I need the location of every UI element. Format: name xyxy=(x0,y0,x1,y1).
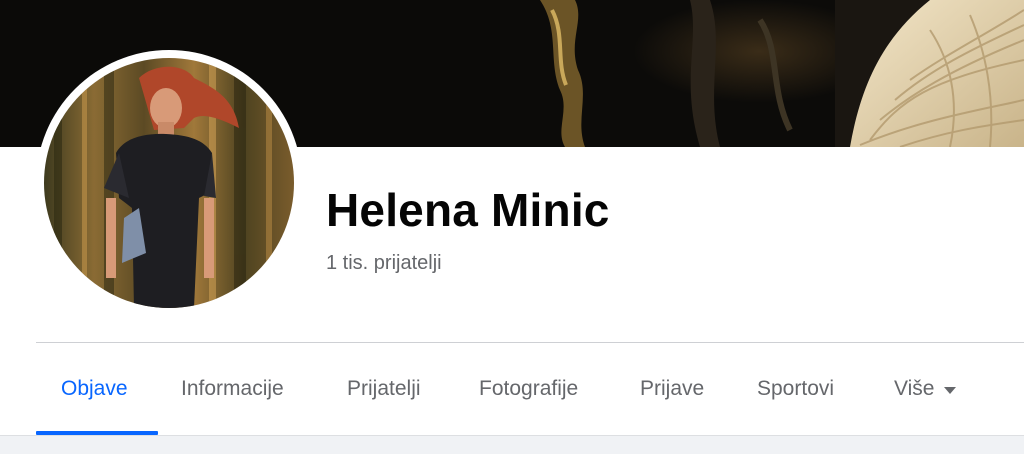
tab-objave[interactable]: Objave xyxy=(61,343,128,435)
friends-count-link[interactable]: 1 tis. prijatelji xyxy=(326,252,442,275)
profile-tabs: Objave Informacije Prijatelji Fotografij… xyxy=(36,343,1024,435)
profile-avatar[interactable] xyxy=(44,58,294,308)
profile-name: Helena Minic xyxy=(326,184,610,236)
tab-label: Sportovi xyxy=(757,377,835,400)
page-background-strip xyxy=(0,435,1024,454)
tab-prijatelji[interactable]: Prijatelji xyxy=(347,343,421,435)
caret-down-icon xyxy=(944,386,957,394)
tab-label: Fotografije xyxy=(479,377,579,400)
tab-prijave[interactable]: Prijave xyxy=(640,343,704,435)
tab-informacije[interactable]: Informacije xyxy=(181,343,284,435)
tab-vise[interactable]: Više xyxy=(894,343,957,435)
tab-label: Objave xyxy=(61,377,128,400)
tab-label: Prijatelji xyxy=(347,377,421,400)
tab-sportovi[interactable]: Sportovi xyxy=(757,343,834,435)
tab-label: Prijave xyxy=(640,377,705,400)
tab-fotografije[interactable]: Fotografije xyxy=(479,343,578,435)
tab-label: Više xyxy=(894,377,935,400)
tab-label: Informacije xyxy=(181,377,284,400)
avatar-image xyxy=(44,58,294,308)
